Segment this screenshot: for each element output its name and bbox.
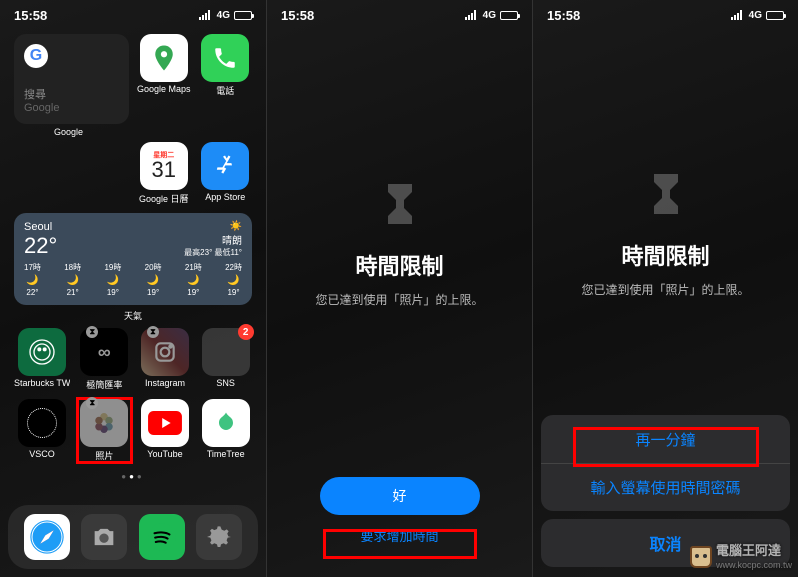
- hourglass-badge-icon: ⧗: [147, 326, 159, 338]
- page-indicator: ●●●: [0, 472, 266, 481]
- app-label: TimeTree: [207, 449, 245, 459]
- weather-hilo: 最高23° 最低11°: [184, 247, 242, 258]
- status-time: 15:58: [14, 8, 47, 23]
- dock: [8, 505, 258, 569]
- app-vsco[interactable]: VSCO: [14, 399, 70, 462]
- weather-cond: 晴朗: [184, 232, 242, 247]
- instagram-icon: ⧗: [141, 328, 189, 376]
- app-label: 極簡匯率: [86, 378, 122, 391]
- limit-subtitle: 您已達到使用「照片」的上限。: [287, 291, 512, 308]
- starbucks-icon: [18, 328, 66, 376]
- app-label: YouTube: [147, 449, 182, 459]
- weather-hours: 17時🌙22° 18時🌙21° 19時🌙19° 20時🌙19° 21時🌙19° …: [24, 263, 242, 299]
- app-phone[interactable]: 電話: [199, 34, 252, 124]
- rate-icon: ⧗ ∞: [80, 328, 128, 376]
- app-google-calendar[interactable]: 星期二 31 Google 日曆: [137, 142, 191, 205]
- calendar-icon: 星期二 31: [140, 142, 188, 190]
- hourglass-icon: [642, 170, 690, 218]
- status-bar: 15:58 4G: [533, 0, 798, 28]
- battery-icon: [500, 11, 518, 20]
- screentime-limit-panel: 時間限制 您已達到使用「照片」的上限。: [533, 170, 798, 298]
- app-label: Google 日曆: [139, 192, 189, 205]
- battery-icon: [234, 11, 252, 20]
- dock-spotify[interactable]: [139, 514, 185, 560]
- highlight-box: [573, 427, 759, 467]
- app-appstore[interactable]: App Store: [199, 142, 253, 205]
- signal-icon: [731, 10, 745, 20]
- dock-safari[interactable]: [24, 514, 70, 560]
- dock-settings[interactable]: [196, 514, 242, 560]
- weather-temp: 22°: [24, 233, 57, 259]
- screentime-limit-panel: 時間限制 您已達到使用「照片」的上限。: [267, 180, 532, 308]
- sns-folder-icon: 2: [202, 328, 250, 376]
- app-google-maps[interactable]: Google Maps: [137, 34, 191, 124]
- ok-button[interactable]: 好: [320, 477, 480, 515]
- app-label: Starbucks TW: [14, 378, 70, 388]
- screenshot-limit: 15:58 4G 時間限制 您已達到使用「照片」的上限。 好 要求增加時間: [266, 0, 532, 577]
- app-label: 電話: [216, 84, 234, 97]
- timetree-icon: [202, 399, 250, 447]
- app-photos[interactable]: ⧗ 照片: [78, 399, 131, 462]
- status-bar: 15:58 4G: [267, 0, 532, 28]
- screenshot-home: 15:58 4G G 搜尋 Google Google Maps 電: [0, 0, 266, 577]
- sun-icon: ☀️: [184, 221, 242, 232]
- limit-subtitle: 您已達到使用「照片」的上限。: [553, 281, 778, 298]
- folder-sns[interactable]: 2 SNS: [199, 328, 252, 391]
- app-label: Instagram: [145, 378, 185, 388]
- watermark: 電腦王阿達 www.kocpc.com.tw: [690, 544, 792, 571]
- maps-icon: [140, 34, 188, 82]
- app-starbucks[interactable]: Starbucks TW: [14, 328, 70, 391]
- app-label: App Store: [205, 192, 245, 202]
- google-widget-label: Google: [54, 127, 83, 137]
- app-timetree[interactable]: TimeTree: [199, 399, 252, 462]
- app-rate[interactable]: ⧗ ∞ 極簡匯率: [78, 328, 131, 391]
- status-time: 15:58: [281, 8, 314, 23]
- status-right: 4G: [199, 10, 252, 21]
- network-label: 4G: [483, 10, 496, 21]
- weather-widget-label: 天氣: [124, 311, 142, 321]
- status-right: 4G: [731, 10, 784, 21]
- google-g-icon: G: [24, 44, 48, 68]
- app-youtube[interactable]: YouTube: [139, 399, 192, 462]
- app-label: VSCO: [29, 449, 55, 459]
- google-search-label: 搜尋: [24, 86, 119, 102]
- hourglass-icon: [376, 180, 424, 228]
- status-bar: 15:58 4G: [0, 0, 266, 28]
- highlight-box: [323, 529, 477, 559]
- google-widget[interactable]: G 搜尋 Google: [14, 34, 129, 124]
- app-label: 照片: [95, 449, 113, 462]
- signal-icon: [199, 10, 213, 20]
- youtube-icon: [141, 399, 189, 447]
- phone-icon: [201, 34, 249, 82]
- watermark-brand: 電腦王阿達: [716, 543, 781, 558]
- dock-camera[interactable]: [81, 514, 127, 560]
- weather-widget[interactable]: Seoul 22° ☀️ 晴朗 最高23° 最低11° 17時🌙22° 18時🌙…: [14, 213, 252, 305]
- app-label: SNS: [216, 378, 235, 388]
- status-right: 4G: [465, 10, 518, 21]
- battery-icon: [766, 11, 784, 20]
- network-label: 4G: [217, 10, 230, 21]
- app-label: Google Maps: [137, 84, 191, 94]
- badge-count: 2: [238, 324, 254, 340]
- app-instagram[interactable]: ⧗ Instagram: [139, 328, 192, 391]
- watermark-url: www.kocpc.com.tw: [716, 560, 792, 570]
- limit-title: 時間限制: [553, 239, 778, 271]
- appstore-icon: [201, 142, 249, 190]
- signal-icon: [465, 10, 479, 20]
- hourglass-badge-icon: ⧗: [86, 326, 98, 338]
- screenshot-limit-actions: 15:58 4G 時間限制 您已達到使用「照片」的上限。 再一分鐘 輸入螢幕使用…: [532, 0, 798, 577]
- weather-city: Seoul: [24, 221, 57, 233]
- watermark-face-icon: [690, 546, 712, 568]
- google-brand: Google: [24, 102, 119, 114]
- vsco-icon: [18, 399, 66, 447]
- network-label: 4G: [749, 10, 762, 21]
- status-time: 15:58: [547, 8, 580, 23]
- enter-passcode-button[interactable]: 輸入螢幕使用時間密碼: [541, 463, 790, 511]
- photos-icon: ⧗: [80, 399, 128, 447]
- limit-title: 時間限制: [287, 249, 512, 281]
